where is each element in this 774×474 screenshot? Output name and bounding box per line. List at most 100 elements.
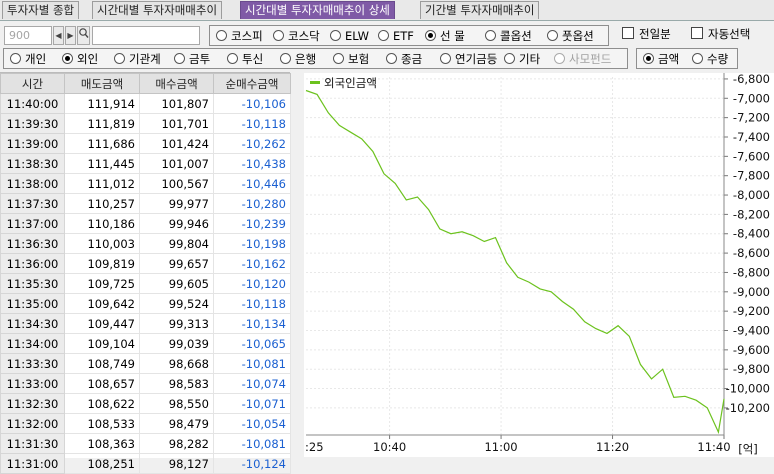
radio-financial-investment-label: 금투 (189, 52, 211, 66)
cell-time: 11:37:00 (0, 213, 65, 234)
table-row[interactable]: 11:39:00 111,686 101,424 -10,262 (0, 133, 291, 154)
x-edge-label: :25 (305, 440, 324, 454)
radio-call-option[interactable]: 콜옵션 (485, 29, 532, 44)
x-tick-label: 11:00 (484, 440, 517, 454)
y-unit-label: [억] (738, 442, 758, 456)
column-header-sell-amount[interactable]: 매도금액 (64, 73, 140, 94)
tab-investor-summary[interactable]: 투자자별 종합 (2, 1, 80, 19)
table-row[interactable]: 11:35:00 109,642 99,524 -10,118 (0, 293, 291, 314)
cell-sell-amount: 108,657 (64, 373, 140, 394)
cell-time: 11:38:30 (0, 153, 65, 174)
radio-dot-foreign (62, 53, 73, 64)
cell-sell-amount: 109,447 (64, 313, 140, 334)
cell-net-buy-amount: -10,074 (213, 373, 291, 394)
radio-pension-fund-label: 연기금등 (455, 52, 498, 66)
column-header-net-buy-amount[interactable]: 순매수금액 (213, 73, 291, 94)
radio-institution-label: 기관계 (129, 52, 161, 66)
cell-net-buy-amount: -10,120 (213, 273, 291, 294)
cell-buy-amount: 99,524 (139, 293, 214, 314)
radio-elw[interactable]: ELW (330, 29, 369, 44)
y-tick-label: -8,200 (733, 207, 770, 221)
table-row[interactable]: 11:37:30 110,257 99,977 -10,280 (0, 193, 291, 214)
radio-etf[interactable]: ETF (378, 29, 414, 44)
prev-arrow-icon[interactable]: ◀ (53, 26, 64, 45)
table-row[interactable]: 11:32:00 108,533 98,479 -10,054 (0, 413, 291, 434)
search-icon[interactable] (77, 26, 90, 45)
radio-financial-investment[interactable]: 금투 (174, 52, 210, 67)
table-row[interactable]: 11:34:00 109,104 99,039 -10,065 (0, 333, 291, 354)
table-row[interactable]: 11:38:30 111,445 101,007 -10,438 (0, 153, 291, 174)
radio-insurance[interactable]: 보험 (333, 52, 369, 67)
cell-buy-amount: 100,567 (139, 173, 214, 194)
radio-dot-financial-investment (174, 53, 185, 64)
radio-dot-private-equity (554, 53, 565, 64)
radio-dot-other (504, 53, 515, 64)
table-row[interactable]: 11:38:00 111,012 100,567 -10,446 (0, 173, 291, 194)
radio-individual[interactable]: 개인 (10, 52, 46, 67)
radio-dot-pension-fund (440, 53, 451, 64)
cell-time: 11:37:30 (0, 193, 65, 214)
radio-kosdaq[interactable]: 코스닥 (273, 29, 320, 44)
table-row[interactable]: 11:32:30 108,622 98,550 -10,071 (0, 393, 291, 414)
cell-net-buy-amount: -10,118 (213, 293, 291, 314)
cell-buy-amount: 101,424 (139, 133, 214, 154)
cell-sell-amount: 111,012 (64, 173, 140, 194)
cell-net-buy-amount: -10,071 (213, 393, 291, 414)
radio-put-option[interactable]: 풋옵션 (547, 29, 594, 44)
next-arrow-icon[interactable]: ▶ (65, 26, 76, 45)
table-row[interactable]: 11:36:00 109,819 99,657 -10,162 (0, 253, 291, 274)
tab-hourly-trend[interactable]: 시간대별 투자자매매추이 (92, 1, 223, 19)
table-row[interactable]: 11:33:30 108,749 98,668 -10,081 (0, 353, 291, 374)
radio-foreign[interactable]: 외인 (62, 52, 98, 67)
y-tick-label: -8,600 (733, 246, 770, 260)
foreign-net-buy-chart[interactable]: -6,800 -7,000 -7,200 -7,400 -7,600 -7,800 -8,0… (304, 72, 774, 457)
table-row[interactable]: 11:40:00 111,914 101,807 -10,106 (0, 93, 291, 114)
radio-investment-trust[interactable]: 투신 (227, 52, 263, 67)
cell-buy-amount: 98,583 (139, 373, 214, 394)
column-header-time[interactable]: 시간 (0, 73, 65, 94)
radio-bank[interactable]: 은행 (280, 52, 316, 67)
radio-bank-label: 은행 (295, 52, 317, 66)
table-row[interactable]: 11:31:30 108,363 98,282 -10,081 (0, 433, 291, 454)
column-header-buy-amount[interactable]: 매수금액 (139, 73, 214, 94)
table-row[interactable]: 11:34:30 109,447 99,313 -10,134 (0, 313, 291, 334)
radio-pension-fund[interactable]: 연기금등 (440, 52, 497, 67)
radio-call-option-label: 콜옵션 (500, 29, 532, 43)
table-row[interactable]: 11:37:00 110,186 99,946 -10,239 (0, 213, 291, 234)
radio-merchant-bank[interactable]: 종금 (386, 52, 422, 67)
radio-merchant-bank-label: 종금 (401, 52, 423, 66)
cell-sell-amount: 108,749 (64, 353, 140, 374)
cell-time: 11:32:00 (0, 413, 65, 434)
radio-foreign-label: 외인 (77, 52, 99, 66)
radio-institution[interactable]: 기관계 (114, 52, 161, 67)
y-tick-label: -7,000 (733, 91, 770, 105)
radio-futures-label: 선 물 (440, 29, 465, 43)
radio-quantity[interactable]: 수량 (692, 52, 728, 67)
table-row[interactable]: 11:36:30 110,003 99,804 -10,198 (0, 233, 291, 254)
table-row[interactable]: 11:33:00 108,657 98,583 -10,074 (0, 373, 291, 394)
radio-dot-kosdaq (273, 30, 284, 41)
cell-net-buy-amount: -10,081 (213, 433, 291, 454)
cell-net-buy-amount: -10,280 (213, 193, 291, 214)
radio-futures[interactable]: 선 물 (425, 29, 465, 44)
cell-time: 11:38:00 (0, 173, 65, 194)
radio-amount[interactable]: 금액 (643, 52, 679, 67)
radio-other[interactable]: 기타 (504, 52, 540, 67)
auto-select-checkbox-box (691, 27, 703, 39)
table-row[interactable]: 11:39:30 111,819 101,701 -10,118 (0, 113, 291, 134)
cell-time: 11:36:30 (0, 233, 65, 254)
tab-hourly-trend-detail[interactable]: 시간대별 투자자매매추이 상세 (240, 1, 395, 19)
tab-bar: 투자자별 종합 시간대별 투자자매매추이 시간대별 투자자매매추이 상세 기간별… (0, 0, 774, 21)
radio-kospi[interactable]: 코스피 (216, 29, 263, 44)
cell-net-buy-amount: -10,081 (213, 353, 291, 374)
cell-buy-amount: 99,605 (139, 273, 214, 294)
tab-period-trend[interactable]: 기간별 투자자매매추이 (420, 1, 540, 19)
prev-day-checkbox[interactable]: 전일분 (622, 27, 671, 42)
cell-time: 11:34:30 (0, 313, 65, 334)
table-row[interactable]: 11:35:30 109,725 99,605 -10,120 (0, 273, 291, 294)
radio-dot-futures (425, 30, 436, 41)
auto-select-checkbox[interactable]: 자동선택 (691, 27, 750, 42)
code-input[interactable]: 900 (4, 26, 52, 45)
investor-trade-table[interactable]: 시간 매도금액 매수금액 순매수금액 11:40:00 111,914 101,80… (0, 72, 291, 474)
radio-individual-label: 개인 (25, 52, 47, 66)
